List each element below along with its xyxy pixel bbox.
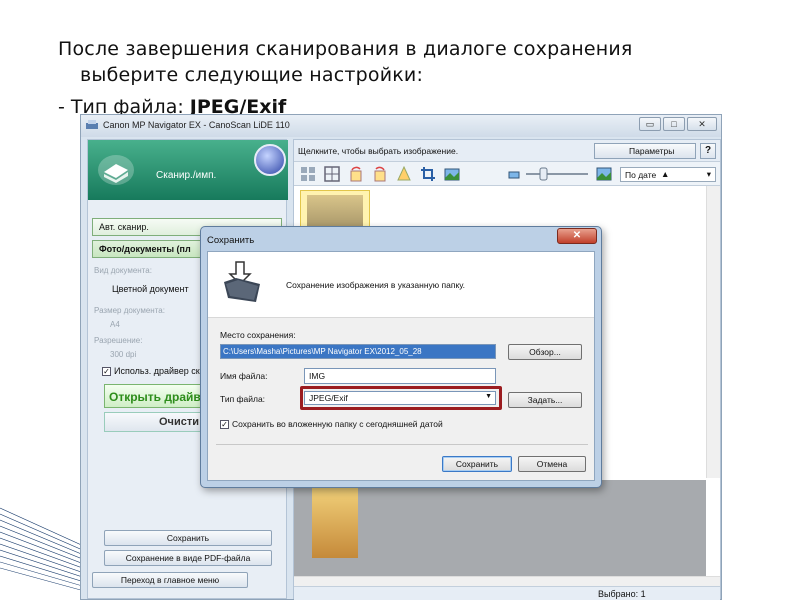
dialog-banner-text: Сохранение изображения в указанную папку… bbox=[286, 280, 466, 290]
dialog-close-button[interactable]: ✕ bbox=[557, 228, 597, 244]
minimize-button[interactable]: ▭ bbox=[639, 117, 661, 131]
main-menu-button[interactable]: Переход в главное меню bbox=[92, 572, 248, 588]
location-input[interactable]: C:\Users\Masha\Pictures\MP Navigator EX\… bbox=[220, 344, 496, 359]
check-icon: ✓ bbox=[102, 367, 111, 377]
close-icon: ✕ bbox=[572, 230, 582, 241]
zoom-slider[interactable] bbox=[526, 166, 588, 182]
chevron-down-icon: ▾ bbox=[706, 169, 711, 179]
save-dialog: Сохранить ✕ Сохранение изображения в ука… bbox=[200, 226, 602, 488]
dialog-banner: Сохранение изображения в указанную папку… bbox=[208, 252, 594, 318]
selected-count: Выбрано: 1 bbox=[598, 589, 646, 599]
dialog-body: Сохранение изображения в указанную папку… bbox=[207, 251, 595, 481]
save-pdf-button[interactable]: Сохранение в виде PDF-файла bbox=[104, 550, 272, 566]
open-driver-button[interactable]: Открыть драйве bbox=[104, 384, 214, 408]
resolution-label: Разрешение: bbox=[94, 336, 143, 345]
doc-type-select[interactable]: Цветной документ bbox=[96, 282, 206, 298]
dialog-title: Сохранить bbox=[207, 235, 255, 246]
check-icon: ✓ bbox=[220, 420, 229, 430]
sort-asc-icon: ▲ bbox=[661, 169, 670, 179]
thumbnail-image[interactable] bbox=[312, 488, 358, 558]
folder-save-icon bbox=[224, 261, 260, 302]
sort-value: По дате bbox=[625, 170, 657, 180]
filetype-value: JPEG/Exif bbox=[309, 393, 348, 403]
rotate-right-icon[interactable] bbox=[372, 166, 388, 182]
app-icon bbox=[86, 120, 98, 129]
crop-icon[interactable] bbox=[420, 166, 436, 182]
use-driver-checkbox[interactable]: ✓ Использ. драйвер ск bbox=[102, 366, 200, 377]
zoom-in-image-icon[interactable] bbox=[596, 166, 612, 182]
horizontal-scrollbar[interactable] bbox=[294, 576, 720, 586]
zoom-out-image-icon[interactable] bbox=[506, 166, 522, 182]
doc-size-value: A4 bbox=[110, 320, 120, 329]
app-title: Canon MP Navigator EX - CanoScan LiDE 11… bbox=[103, 120, 290, 130]
doc-type-label: Вид документа: bbox=[94, 266, 152, 275]
mirror-icon[interactable] bbox=[396, 166, 412, 182]
filename-label: Имя файла: bbox=[220, 371, 268, 381]
dialog-save-button[interactable]: Сохранить bbox=[442, 456, 512, 472]
filetype-label: Тип файла: bbox=[220, 394, 266, 404]
parameters-label: Параметры bbox=[629, 146, 675, 156]
scan-import-header[interactable]: Сканир./имп. bbox=[88, 140, 288, 200]
globe-icon[interactable] bbox=[254, 144, 286, 176]
scanner-icon bbox=[98, 155, 134, 185]
doc-type-value: Цветной документ bbox=[112, 284, 189, 294]
grid-view-icon[interactable] bbox=[300, 166, 316, 182]
dialog-cancel-button[interactable]: Отмена bbox=[518, 456, 586, 472]
image-edit-icon[interactable] bbox=[444, 166, 460, 182]
sort-select[interactable]: По дате ▲ ▾ bbox=[620, 167, 716, 182]
slide-text: После завершения сканирования в диалоге … bbox=[58, 36, 758, 120]
dialog-separator bbox=[216, 444, 588, 445]
dropdown-arrow-icon: ▼ bbox=[485, 393, 492, 400]
workspace-hint: Щелкните, чтобы выбрать изображение. bbox=[298, 146, 459, 156]
use-driver-label: Использ. драйвер ск bbox=[114, 366, 200, 376]
slide-line-1: После завершения сканирования в диалоге … bbox=[58, 38, 633, 60]
resolution-value: 300 dpi bbox=[110, 350, 137, 359]
status-bar: Выбрано: 1 bbox=[294, 586, 720, 600]
set-button[interactable]: Задать... bbox=[508, 392, 582, 408]
vertical-scrollbar[interactable] bbox=[706, 186, 720, 478]
rotate-left-icon[interactable] bbox=[348, 166, 364, 182]
subfolder-checkbox[interactable]: ✓ Сохранить во вложенную папку с сегодняш… bbox=[220, 419, 443, 430]
save-button[interactable]: Сохранить bbox=[104, 530, 272, 546]
doc-size-label: Размер документа: bbox=[94, 306, 165, 315]
select-all-icon[interactable] bbox=[324, 166, 340, 182]
clear-button[interactable]: Очисти bbox=[104, 412, 214, 432]
parameters-button[interactable]: Параметры bbox=[594, 143, 696, 159]
title-bar[interactable]: Canon MP Navigator EX - CanoScan LiDE 11… bbox=[81, 115, 721, 137]
workspace-topbar: Щелкните, чтобы выбрать изображение. Пар… bbox=[294, 140, 720, 162]
slide-line-2: выберите следующие настройки: bbox=[80, 64, 424, 86]
scan-import-label: Сканир./имп. bbox=[156, 170, 217, 181]
subfolder-label: Сохранить во вложенную папку с сегодняшн… bbox=[232, 419, 443, 429]
close-button[interactable]: ✕ bbox=[687, 117, 717, 131]
help-button[interactable]: ? bbox=[700, 143, 716, 159]
browse-button[interactable]: Обзор... bbox=[508, 344, 582, 360]
filetype-select[interactable]: JPEG/Exif ▼ bbox=[304, 391, 496, 405]
workspace-toolbar: По дате ▲ ▾ bbox=[294, 162, 720, 186]
location-label: Место сохранения: bbox=[220, 330, 296, 340]
filename-input[interactable]: IMG bbox=[304, 368, 496, 384]
maximize-button[interactable]: □ bbox=[663, 117, 685, 131]
